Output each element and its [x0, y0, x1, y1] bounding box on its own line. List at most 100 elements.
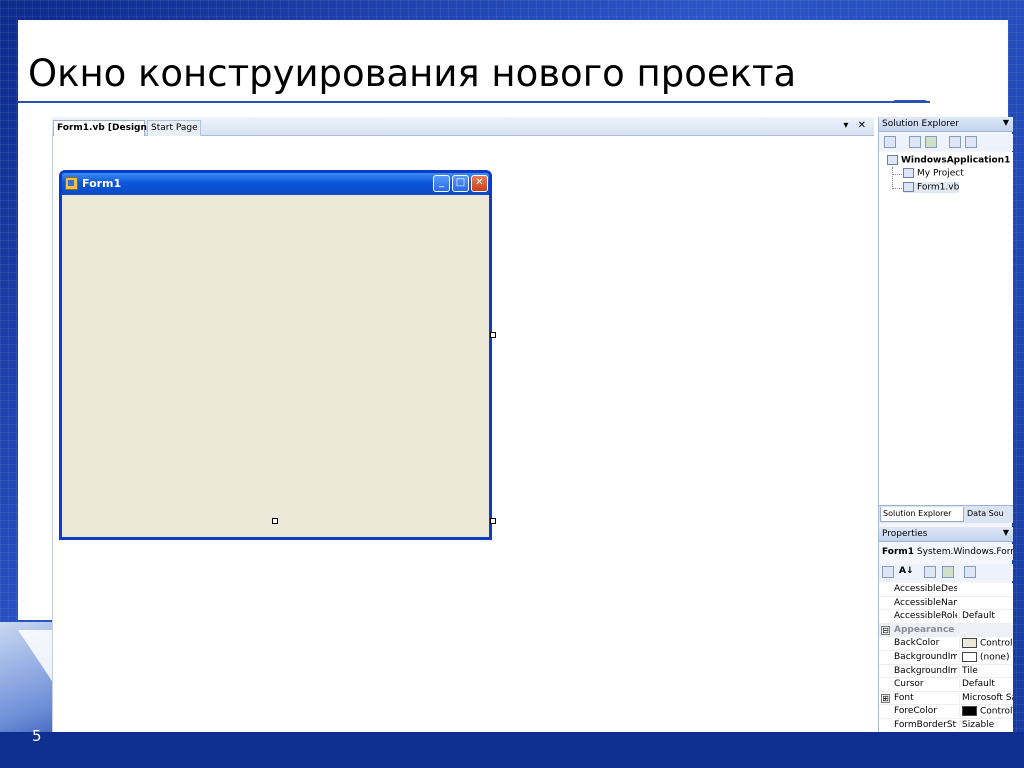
- maximize-button[interactable]: □: [452, 175, 469, 192]
- property-value[interactable]: Control: [959, 638, 1013, 649]
- categorized-icon[interactable]: [882, 566, 894, 578]
- tab-label: Data Sou: [967, 509, 1004, 518]
- property-value[interactable]: Microsoft San: [959, 692, 1013, 703]
- chevron-down-icon[interactable]: ▼: [1003, 118, 1009, 127]
- form-app-icon: [65, 177, 78, 190]
- project-icon: [887, 155, 898, 165]
- property-name: BackColor: [894, 638, 940, 649]
- property-value[interactable]: Default: [959, 611, 1013, 622]
- property-row[interactable]: Cursor Default: [879, 678, 1013, 692]
- property-row[interactable]: ForeColor ControlT: [879, 705, 1013, 719]
- chevron-down-icon[interactable]: ▼: [1003, 528, 1009, 537]
- tree-connector: [892, 167, 893, 189]
- document-tabstrip: Form1.vb [Design]* Start Page ▾ ✕: [52, 117, 874, 136]
- ide-window: Form1.vb [Design]* Start Page ▾ ✕ Form1 …: [52, 117, 1013, 732]
- properties-header[interactable]: Properties ▼: [879, 527, 1013, 542]
- property-name: Font: [894, 692, 914, 703]
- right-tool-panels: Solution Explorer ▼ WindowsApplication1 …: [878, 117, 1013, 732]
- properties-toolbar: A↓: [879, 564, 1013, 581]
- color-swatch: [962, 706, 977, 717]
- object-name: Form1: [882, 547, 915, 557]
- property-name: BackgroundImag: [894, 652, 957, 662]
- tree-item-form1[interactable]: Form1.vb: [903, 182, 960, 193]
- form-file-icon: [903, 182, 914, 192]
- property-row[interactable]: BackgroundImag Tile: [879, 665, 1013, 679]
- property-row[interactable]: BackgroundImag (none): [879, 651, 1013, 665]
- form1-title: Form1: [82, 177, 122, 190]
- property-row-font[interactable]: ⊞ Font Microsoft San: [879, 692, 1013, 706]
- tab-dropdown-icon[interactable]: ▾: [843, 120, 848, 131]
- tab-controls: ▾ ✕: [837, 120, 866, 131]
- tab-start-page[interactable]: Start Page: [147, 120, 201, 136]
- solution-explorer-toolbar: [879, 134, 1013, 151]
- property-name: FormBorderStyle: [894, 720, 957, 730]
- my-project-icon: [903, 168, 914, 178]
- tab-data-sources[interactable]: Data Sou: [965, 507, 1013, 522]
- close-button[interactable]: ✕: [471, 175, 488, 192]
- property-row[interactable]: AccessibleDescri: [879, 583, 1013, 597]
- page-number: 5: [32, 727, 42, 745]
- slide-title: Окно конструирования нового проекта: [28, 52, 797, 95]
- expand-icon[interactable]: ⊞: [881, 693, 890, 703]
- solution-explorer-title: Solution Explorer: [882, 119, 959, 129]
- panel-bottom-tabs: Solution Explorer Data Sou: [879, 505, 1013, 523]
- object-type: System.Windows.Forms.F: [916, 547, 1013, 557]
- view-code-icon[interactable]: [949, 136, 961, 148]
- tree-item-project[interactable]: WindowsApplication1: [887, 155, 1010, 166]
- color-swatch: [962, 638, 977, 649]
- property-row[interactable]: FormBorderStyle Sizable: [879, 719, 1013, 732]
- property-name: BackgroundImag: [894, 665, 957, 676]
- refresh-icon[interactable]: [925, 136, 937, 148]
- sort-alpha-icon[interactable]: A↓: [899, 566, 914, 576]
- form1-window[interactable]: Form1 _ □ ✕: [59, 170, 492, 540]
- solution-tree: WindowsApplication1 My Project Form1.vb: [879, 152, 1013, 505]
- property-value-text: (none): [980, 652, 1010, 663]
- property-value[interactable]: Default: [959, 679, 1013, 690]
- category-name: Appearance: [894, 624, 955, 635]
- property-value[interactable]: ControlT: [959, 706, 1013, 717]
- tree-item-my-project[interactable]: My Project: [903, 168, 964, 179]
- tab-form1-design[interactable]: Form1.vb [Design]*: [53, 120, 156, 136]
- tab-solution-explorer[interactable]: Solution Explorer: [880, 507, 964, 522]
- form-designer-surface[interactable]: Form1 _ □ ✕: [52, 136, 874, 732]
- property-value[interactable]: Tile: [959, 665, 1013, 676]
- tab-close-icon[interactable]: ✕: [858, 120, 866, 131]
- form1-client-area[interactable]: [62, 195, 489, 537]
- property-value[interactable]: (none): [959, 652, 1013, 663]
- minimize-button[interactable]: _: [433, 175, 450, 192]
- tree-item-label: Form1.vb: [917, 182, 960, 193]
- tree-item-label: My Project: [917, 168, 964, 179]
- events-icon[interactable]: [942, 566, 954, 578]
- property-value-text: ControlT: [980, 706, 1013, 717]
- property-pages-icon[interactable]: [964, 566, 976, 578]
- resize-handle-bottom[interactable]: [272, 518, 278, 524]
- property-name: AccessibleName: [894, 597, 957, 608]
- resize-handle-right[interactable]: [490, 332, 496, 338]
- property-value-text: Control: [980, 638, 1013, 649]
- form1-titlebar[interactable]: Form1 _ □ ✕: [62, 173, 489, 195]
- property-name: AccessibleRole: [894, 611, 957, 622]
- property-row[interactable]: AccessibleRole Default: [879, 610, 1013, 624]
- resize-handle-corner[interactable]: [490, 518, 496, 524]
- title-underline: [18, 101, 930, 103]
- property-name: AccessibleDescri: [894, 584, 957, 594]
- properties-object-selector[interactable]: Form1 System.Windows.Forms.F: [879, 544, 1013, 560]
- image-swatch: [962, 652, 977, 662]
- properties-icon[interactable]: [884, 136, 896, 148]
- properties-title: Properties: [882, 529, 928, 539]
- property-grid: AccessibleDescri AccessibleName Accessib…: [879, 583, 1013, 732]
- collapse-icon[interactable]: ⊟: [881, 625, 890, 635]
- tree-connector: [892, 188, 902, 189]
- property-row[interactable]: AccessibleName: [879, 597, 1013, 611]
- property-value[interactable]: Sizable: [959, 720, 1013, 730]
- solution-explorer-header[interactable]: Solution Explorer ▼: [879, 117, 1013, 132]
- properties-view-icon[interactable]: [924, 566, 936, 578]
- tree-item-label: WindowsApplication1: [901, 155, 1011, 166]
- slide-bottom-bar: [0, 732, 1024, 768]
- show-all-files-icon[interactable]: [909, 136, 921, 148]
- tab-label: Solution Explorer: [883, 509, 952, 518]
- property-name: ForeColor: [894, 706, 937, 717]
- property-row[interactable]: BackColor Control: [879, 637, 1013, 651]
- property-category-appearance[interactable]: ⊟ Appearance: [879, 623, 1013, 638]
- view-designer-icon[interactable]: [965, 136, 977, 148]
